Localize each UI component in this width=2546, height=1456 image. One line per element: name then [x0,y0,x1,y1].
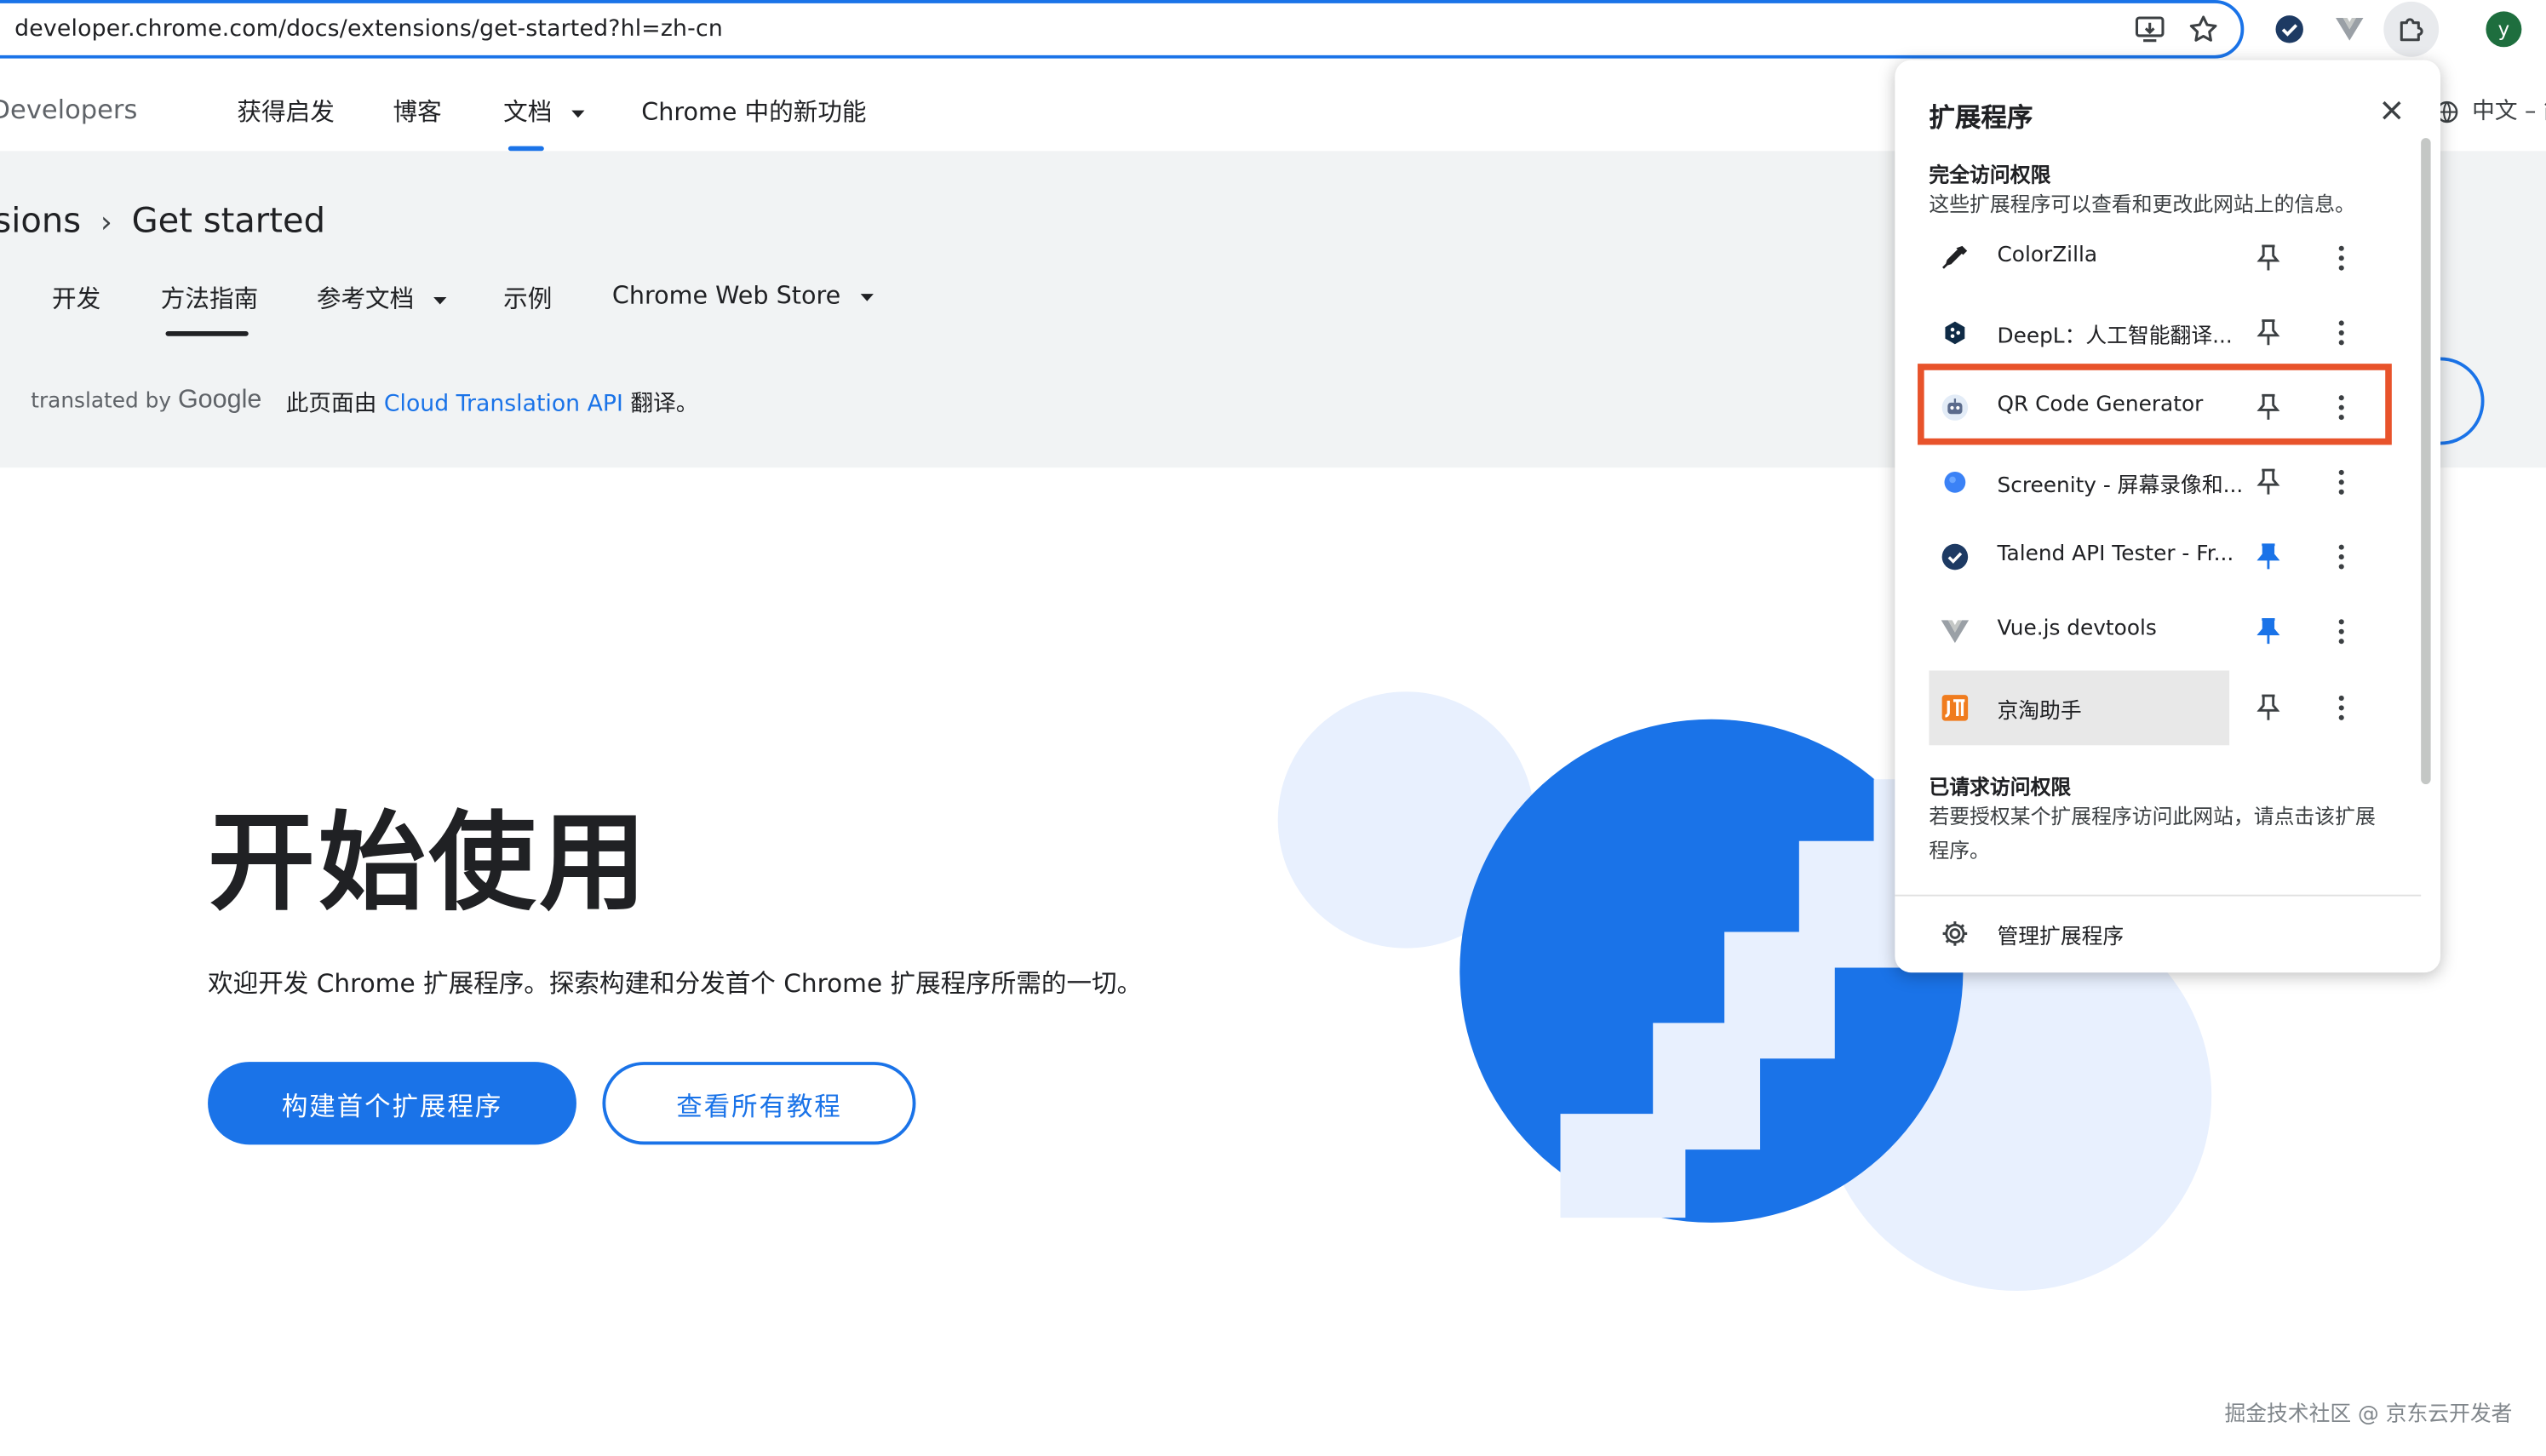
extension-row-screenity[interactable]: Screenity - 屏幕录像和... [1929,444,2405,519]
extension-name: Talend API Tester - Fr... [1997,542,2234,567]
pin-icon[interactable] [2252,690,2285,725]
extension-name: ColorZilla [1997,244,2098,268]
extensions-menu: 扩展程序 完全访问权限 这些扩展程序可以查看和更改此网站上的信息。 ColorZ… [1895,60,2441,973]
page-root: developer.chrome.com/docs/extensions/get… [0,0,2546,1456]
pin-icon[interactable] [2252,240,2285,276]
nav-link-whats-new[interactable]: Chrome 中的新功能 [641,95,866,129]
vue-extension-icon[interactable] [2330,9,2369,49]
extension-row-talend[interactable]: Talend API Tester - Fr... [1929,519,2405,594]
nav-link-blog[interactable]: 博客 [393,95,441,129]
google-logo: Google [177,386,262,415]
translation-note-after: 翻译。 [622,391,699,418]
eyedropper-icon [1939,242,1971,274]
divider [1895,894,2422,897]
extension-row-colorzilla[interactable]: ColorZilla [1929,221,2405,295]
pin-icon[interactable] [2252,315,2285,351]
extension-row-deepl[interactable]: DeepL：人工智能翻译... [1929,295,2405,370]
nav-link-docs-label: 文档 [503,97,553,127]
deepl-icon [1939,317,1971,349]
browser-toolbar: developer.chrome.com/docs/extensions/get… [0,0,2546,60]
subtab-develop[interactable]: 开发 [52,281,100,315]
extension-name: 京淘助手 [1997,699,2082,725]
address-bar[interactable]: developer.chrome.com/docs/extensions/get… [0,0,2245,59]
bookmark-star-icon[interactable] [2184,9,2223,49]
annotation-highlight-box [1918,364,2392,445]
install-app-icon[interactable] [2130,9,2170,49]
subtab-samples[interactable]: 示例 [503,281,552,315]
talend-check-icon [1939,541,1971,573]
full-access-heading: 完全访问权限 [1929,162,2051,187]
pin-icon[interactable] [2252,464,2285,500]
profile-avatar[interactable]: y [2486,11,2522,48]
more-vert-icon[interactable] [2325,315,2358,351]
extension-name: Screenity - 屏幕录像和... [1997,473,2241,499]
language-selector[interactable]: 中文 – 简 [2435,95,2546,127]
gear-icon [1939,917,1971,949]
chevron-right-icon: › [100,206,112,241]
page-title: 开始使用 [208,800,650,926]
subtab-web-store[interactable]: Chrome Web Store [612,281,876,310]
extension-row-jingtao[interactable]: 京淘助手 [1929,670,2405,746]
translation-note-before: 此页面由 [285,391,384,418]
cloud-translation-link[interactable]: Cloud Translation API [384,392,623,418]
requested-access-description: 若要授权某个扩展程序访问此网站，请点击该扩展程序。 [1929,803,2376,863]
build-first-extension-button[interactable]: 构建首个扩展程序 [208,1062,576,1145]
url-text[interactable]: developer.chrome.com/docs/extensions/get… [14,16,723,43]
nav-link-inspiration[interactable]: 获得启发 [237,95,334,129]
caret-down-icon [571,109,585,118]
jingtao-icon [1939,691,1971,724]
more-vert-icon[interactable] [2325,690,2358,725]
requested-access-heading: 已请求访问权限 [1929,774,2072,800]
extensions-puzzle-icon[interactable] [2383,1,2440,57]
subtab-active-indicator [165,331,249,336]
extensions-menu-scrollbar[interactable] [2421,138,2431,785]
more-vert-icon[interactable] [2325,614,2358,650]
nav-link-docs[interactable]: 文档 [503,95,588,129]
view-all-tutorials-button[interactable]: 查看所有教程 [602,1062,916,1145]
more-vert-icon[interactable] [2325,539,2358,575]
full-access-description: 这些扩展程序可以查看和更改此网站上的信息。 [1929,192,2355,216]
subtab-how-to[interactable]: 方法指南 [161,281,258,315]
pinned-icon[interactable] [2252,539,2285,575]
extensions-menu-title: 扩展程序 [1929,102,2033,134]
manage-extensions-label: 管理扩展程序 [1997,925,2125,950]
subtab-reference[interactable]: 参考文档 [317,281,450,315]
caret-down-icon [433,296,447,304]
page-description: 欢迎开发 Chrome 扩展程序。探索构建和分发首个 Chrome 扩展程序所需… [208,969,1143,999]
breadcrumb: sions › Get started [0,201,325,240]
watermark-text: 掘金技术社区 @ 京东云开发者 [2224,1402,2513,1428]
breadcrumb-current: Get started [131,201,326,241]
extension-name: Vue.js devtools [1997,616,2157,642]
extension-row-vue-devtools[interactable]: Vue.js devtools [1929,594,2405,669]
vue-icon [1939,616,1971,648]
pinned-icon[interactable] [2252,614,2285,650]
caret-down-icon [859,293,873,301]
translation-note: 此页面由 Cloud Translation API 翻译。 [286,387,699,419]
translated-prefix: translated by [31,389,172,415]
more-vert-icon[interactable] [2325,240,2358,276]
extension-name: DeepL：人工智能翻译... [1997,324,2233,349]
more-vert-icon[interactable] [2325,464,2358,500]
talend-extension-icon[interactable] [2270,9,2309,49]
screenity-icon [1939,466,1971,498]
site-brand[interactable]: Developers [0,95,137,125]
language-label: 中文 – 简 [2472,99,2546,125]
subtab-reference-label: 参考文档 [316,284,415,314]
close-icon[interactable] [2374,93,2410,129]
manage-extensions-item[interactable]: 管理扩展程序 [1929,911,2400,956]
subtab-web-store-label: Chrome Web Store [611,280,841,311]
translated-by-google: translated by Google [31,387,261,416]
breadcrumb-parent[interactable]: sions [0,201,81,240]
